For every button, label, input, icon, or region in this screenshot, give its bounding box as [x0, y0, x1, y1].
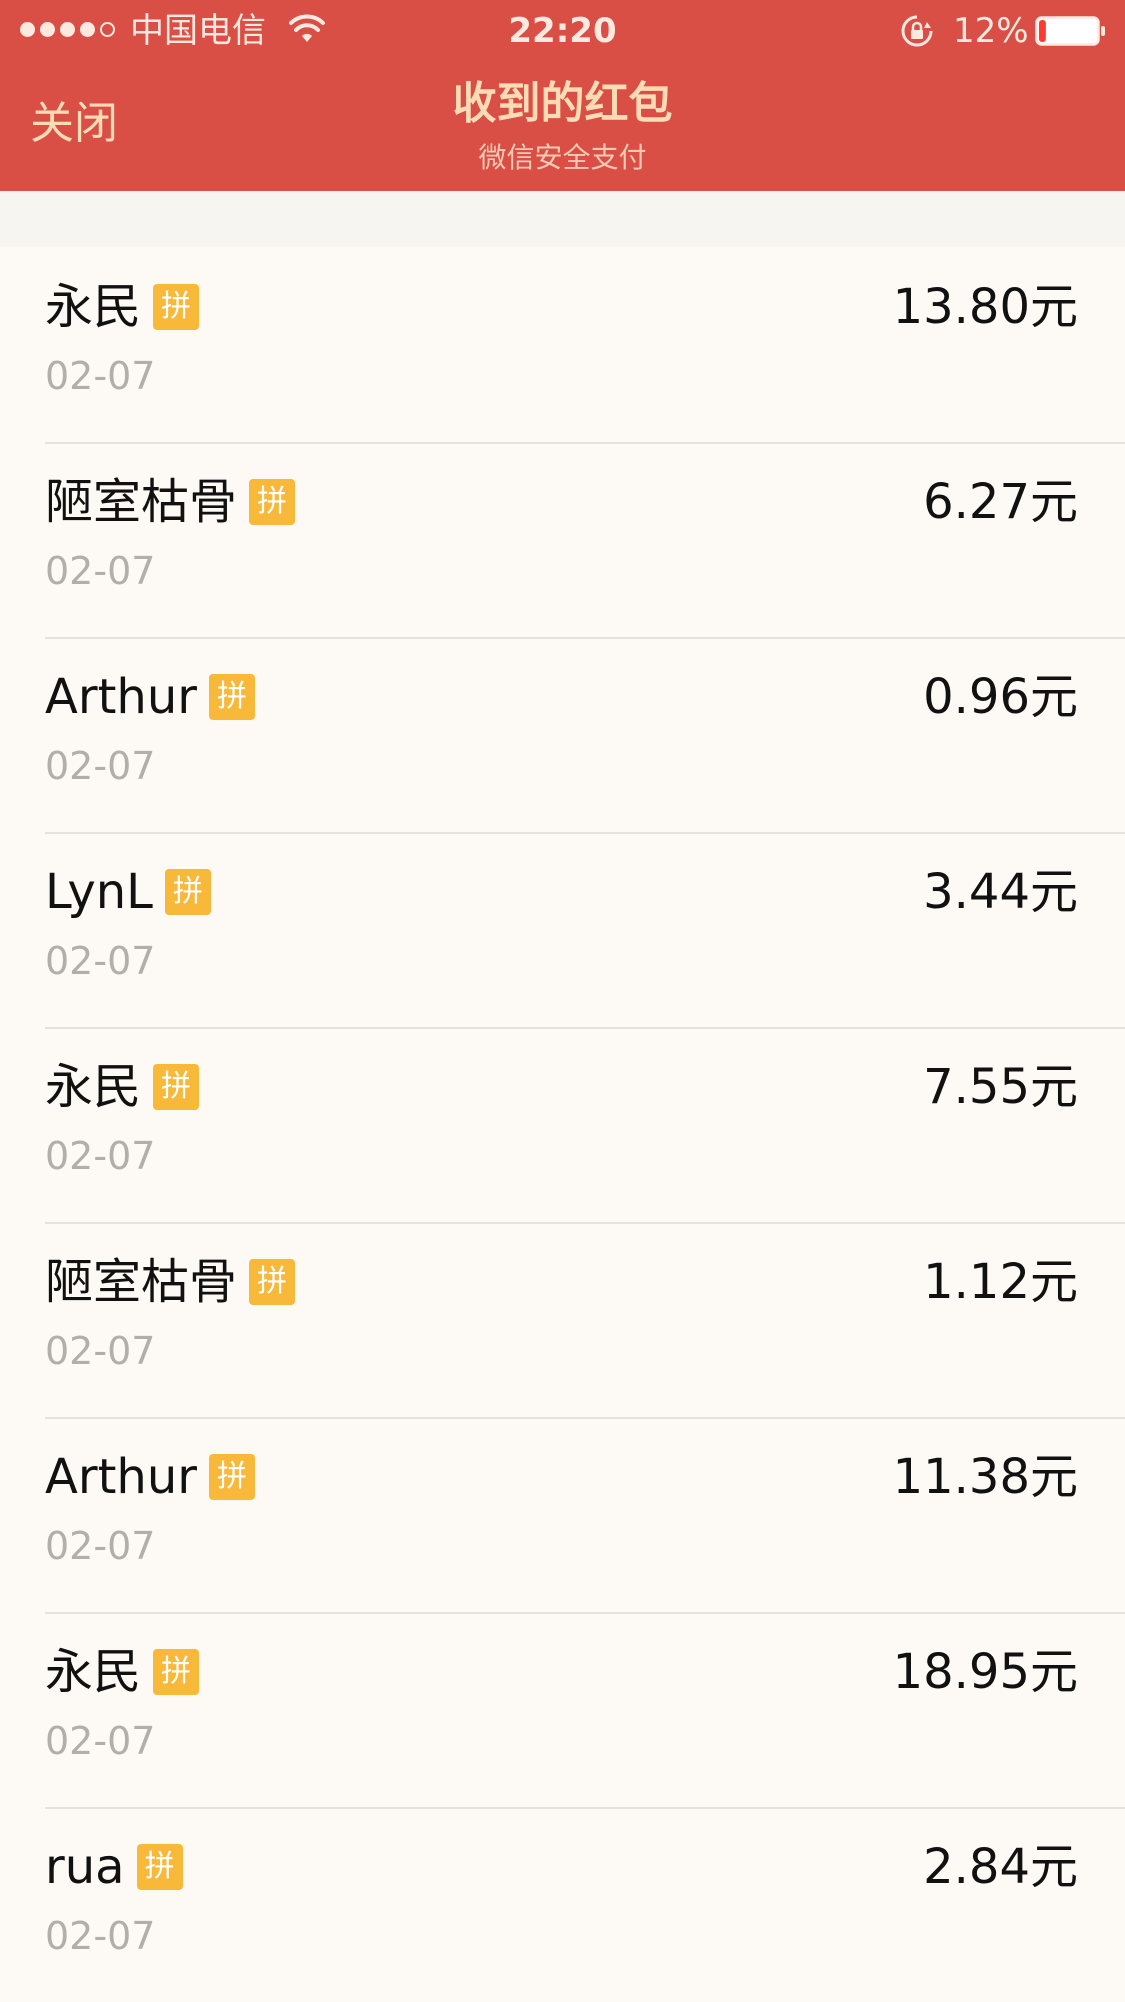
list-item[interactable]: rua 拼 02-07 2.84元 — [0, 1807, 1125, 2002]
sender-info: 永民 拼 — [45, 277, 200, 337]
lucky-packet-badge: 拼 — [208, 674, 255, 720]
sender-info: 陋室枯骨 拼 — [45, 1252, 296, 1312]
sender-name: LynL — [45, 864, 153, 920]
sender-name: Arthur — [45, 1449, 197, 1505]
list-item[interactable]: Arthur 拼 02-07 11.38元 — [0, 1417, 1125, 1612]
sender-info: rua 拼 — [45, 1837, 183, 1897]
lucky-packet-badge: 拼 — [136, 1844, 183, 1890]
page-title: 收到的红包 — [452, 78, 673, 129]
amount: 1.12元 — [923, 1254, 1078, 1310]
sender-name: 永民 — [45, 1644, 142, 1700]
amount: 2.84元 — [923, 1839, 1078, 1895]
received-date: 02-07 — [45, 354, 156, 398]
sender-name: 永民 — [45, 1059, 142, 1115]
sender-name: Arthur — [45, 669, 197, 725]
amount: 7.55元 — [923, 1059, 1078, 1115]
header: 中国电信 22:20 12% 关闭 收到的红包 微信安全支付 — [0, 0, 1125, 191]
red-packet-list: 永民 拼 02-07 13.80元 陋室枯骨 拼 02-07 6.27元 Art… — [0, 247, 1125, 2002]
list-item[interactable]: Arthur 拼 02-07 0.96元 — [0, 637, 1125, 832]
received-date: 02-07 — [45, 1329, 156, 1373]
battery-percentage: 12% — [953, 11, 1029, 51]
sender-name: 陋室枯骨 — [45, 1254, 238, 1310]
lucky-packet-badge: 拼 — [164, 869, 211, 915]
sender-info: 永民 拼 — [45, 1642, 200, 1702]
section-spacer — [0, 191, 1125, 247]
lucky-packet-badge: 拼 — [153, 1064, 200, 1110]
sender-info: 陋室枯骨 拼 — [45, 472, 296, 532]
battery-icon — [1035, 16, 1105, 46]
rotation-lock-icon — [901, 15, 933, 47]
amount: 0.96元 — [923, 669, 1078, 725]
sender-info: LynL 拼 — [45, 862, 211, 922]
amount: 6.27元 — [923, 474, 1078, 530]
amount: 3.44元 — [923, 864, 1078, 920]
received-date: 02-07 — [45, 939, 156, 983]
received-date: 02-07 — [45, 1914, 156, 1958]
received-date: 02-07 — [45, 1134, 156, 1178]
list-item[interactable]: 陋室枯骨 拼 02-07 1.12元 — [0, 1222, 1125, 1417]
list-item[interactable]: 永民 拼 02-07 18.95元 — [0, 1612, 1125, 1807]
sender-name: 陋室枯骨 — [45, 474, 238, 530]
sender-info: Arthur 拼 — [45, 1447, 255, 1507]
amount: 13.80元 — [892, 279, 1078, 335]
lucky-packet-badge: 拼 — [249, 1259, 296, 1305]
received-date: 02-07 — [45, 549, 156, 593]
received-date: 02-07 — [45, 744, 156, 788]
amount: 18.95元 — [892, 1644, 1078, 1700]
lucky-packet-badge: 拼 — [249, 479, 296, 525]
page-subtitle: 微信安全支付 — [478, 141, 647, 174]
list-item[interactable]: 永民 拼 02-07 7.55元 — [0, 1027, 1125, 1222]
list-item[interactable]: 永民 拼 02-07 13.80元 — [0, 247, 1125, 442]
lucky-packet-badge: 拼 — [153, 284, 200, 330]
sender-name: rua — [45, 1839, 125, 1895]
sender-name: 永民 — [45, 279, 142, 335]
list-item[interactable]: 陋室枯骨 拼 02-07 6.27元 — [0, 442, 1125, 637]
status-bar: 中国电信 22:20 12% — [0, 0, 1125, 62]
sender-info: 永民 拼 — [45, 1057, 200, 1117]
sender-info: Arthur 拼 — [45, 667, 255, 727]
list-item[interactable]: LynL 拼 02-07 3.44元 — [0, 832, 1125, 1027]
battery-level-fill — [1039, 20, 1046, 42]
amount: 11.38元 — [892, 1449, 1078, 1505]
received-date: 02-07 — [45, 1719, 156, 1763]
received-date: 02-07 — [45, 1524, 156, 1568]
lucky-packet-badge: 拼 — [153, 1649, 200, 1695]
lucky-packet-badge: 拼 — [208, 1454, 255, 1500]
